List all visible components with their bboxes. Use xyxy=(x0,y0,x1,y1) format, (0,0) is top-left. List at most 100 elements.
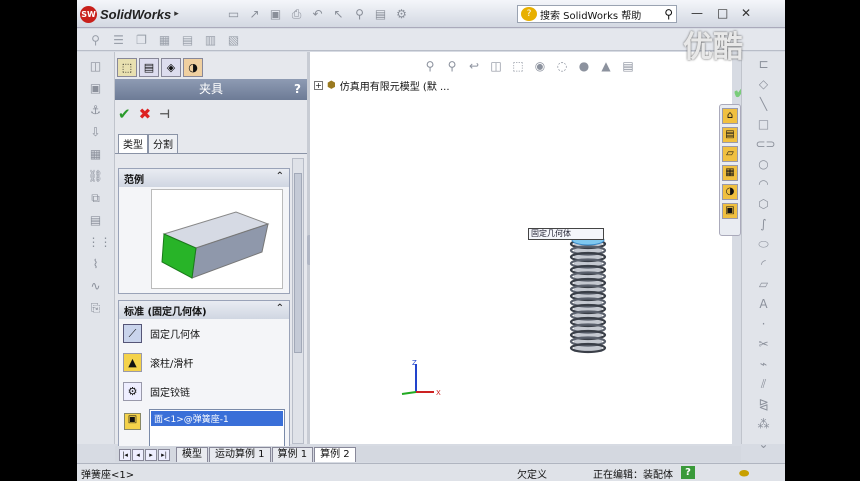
spline-icon[interactable]: ∫ xyxy=(756,216,772,232)
custom-properties-tab-icon[interactable]: ▣ xyxy=(722,203,738,219)
zoom-icon[interactable]: ⚲ xyxy=(87,32,104,48)
select-icon[interactable]: ↖ xyxy=(330,6,347,22)
tab-study-1[interactable]: 算例 1 xyxy=(271,447,314,462)
report-icon[interactable]: ⎘ xyxy=(88,300,104,316)
tab-type[interactable]: 类型 xyxy=(118,134,148,154)
expand-toolbar-icon[interactable]: ⌄ xyxy=(756,436,772,452)
table-icon[interactable]: ▤ xyxy=(179,32,196,48)
resources-tab-icon[interactable]: ▤ xyxy=(722,127,738,143)
material-icon[interactable]: ▤ xyxy=(88,212,104,228)
collapse-icon[interactable]: ⌃ xyxy=(276,171,284,182)
configuration-manager-tab-icon[interactable]: ◈ xyxy=(161,58,181,77)
plot-icon[interactable]: ⌇ xyxy=(88,256,104,272)
view-palette-tab-icon[interactable]: ▦ xyxy=(722,165,738,181)
connection-icon[interactable]: ⛓ xyxy=(88,168,104,184)
ellipse-icon[interactable]: ⬭ xyxy=(756,236,772,252)
view-orientation-icon[interactable]: ⬚ xyxy=(510,58,526,74)
scene-icon[interactable]: ▲ xyxy=(598,58,614,74)
selection-listbox[interactable]: 面<1>@弹簧座-1 xyxy=(149,409,285,449)
compare-icon[interactable]: ∿ xyxy=(88,278,104,294)
plane-icon[interactable]: ▱ xyxy=(756,276,772,292)
option-fixed-hinge[interactable]: ⚙ 固定铰链 xyxy=(119,377,289,406)
option-roller-slider[interactable]: ▲ 滚柱/滑杆 xyxy=(119,348,289,377)
rebuild-icon[interactable]: ⚲ xyxy=(351,6,368,22)
home-tab-icon[interactable]: ⌂ xyxy=(722,108,738,124)
tab-model[interactable]: 模型 xyxy=(176,447,208,462)
close-button[interactable]: ✕ xyxy=(741,6,751,20)
feature-manager-tab-icon[interactable]: ⬚ xyxy=(117,58,137,77)
results-icon[interactable]: ⋮⋮ xyxy=(88,234,112,250)
component-icon[interactable]: ▦ xyxy=(156,32,173,48)
tab-split[interactable]: 分割 xyxy=(148,134,178,154)
hide-show-icon[interactable]: ◌ xyxy=(554,58,570,74)
section-view-icon[interactable]: ◫ xyxy=(488,58,504,74)
app-menu[interactable]: SW SolidWorks ▸ xyxy=(80,4,192,24)
open-icon[interactable]: ↗ xyxy=(246,6,263,22)
new-document-icon[interactable]: ▭ xyxy=(225,6,242,22)
option-fixed-geometry[interactable]: ⟋ 固定几何体 xyxy=(119,319,289,348)
copy-icon[interactable]: ❐ xyxy=(133,32,150,48)
contact-icon[interactable]: ⧉ xyxy=(88,190,104,206)
previous-view-icon[interactable]: ↩ xyxy=(466,58,482,74)
polygon-icon[interactable]: ⬡ xyxy=(756,196,772,212)
tab-study-2[interactable]: 算例 2 xyxy=(314,447,356,462)
pm-scrollbar[interactable] xyxy=(292,158,304,444)
mirror-icon[interactable]: ⧎ xyxy=(756,396,772,412)
help-search-box[interactable]: ? 搜索 SolidWorks 帮助 ⚲ xyxy=(517,5,677,23)
line-icon[interactable]: ╲ xyxy=(756,96,772,112)
offset-icon[interactable]: ⫽ xyxy=(756,376,772,392)
cancel-button[interactable]: ✖ xyxy=(139,105,152,123)
collapse-icon[interactable]: ⌃ xyxy=(276,303,284,314)
trim-icon[interactable]: ✂ xyxy=(756,336,772,352)
study-icon[interactable]: ◫ xyxy=(88,58,104,74)
view-settings-icon[interactable]: ▤ xyxy=(620,58,636,74)
selection-item[interactable]: 面<1>@弹簧座-1 xyxy=(151,411,283,426)
run-icon[interactable]: ▣ xyxy=(88,80,104,96)
restore-button[interactable]: □ xyxy=(717,6,728,20)
search-icon[interactable]: ⚲ xyxy=(664,7,673,21)
menu-arrow-icon[interactable]: ▸ xyxy=(174,9,179,19)
display-style-icon[interactable]: ◉ xyxy=(532,58,548,74)
circle-icon[interactable]: ○ xyxy=(756,156,772,172)
zoom-area-icon[interactable]: ⚲ xyxy=(444,58,460,74)
options-icon[interactable]: ⚙ xyxy=(393,6,410,22)
display-manager-tab-icon[interactable]: ◑ xyxy=(183,58,203,77)
save-icon[interactable]: ▣ xyxy=(267,6,284,22)
first-tab-icon[interactable]: |◂ xyxy=(119,449,131,461)
sketch-icon[interactable]: ⊏ xyxy=(756,56,772,72)
mesh-icon[interactable]: ▦ xyxy=(88,146,104,162)
status-help-button[interactable]: ? xyxy=(681,466,695,479)
text-icon[interactable]: A xyxy=(756,296,772,312)
grid-icon[interactable]: ▥ xyxy=(202,32,219,48)
tab-motion-study-1[interactable]: 运动算例 1 xyxy=(209,447,271,462)
feature-tree-flyout[interactable]: + ⬢ 仿真用有限元模型 (默 ... xyxy=(314,78,450,93)
fixture-tool-icon[interactable]: ⚓ xyxy=(88,102,104,118)
load-icon[interactable]: ⇩ xyxy=(88,124,104,140)
arc-icon[interactable]: ◠ xyxy=(756,176,772,192)
pattern-icon[interactable]: ⁂ xyxy=(756,416,772,432)
pin-button[interactable]: ⊣ xyxy=(159,107,170,121)
minimize-button[interactable]: — xyxy=(691,6,703,20)
sheet-icon[interactable]: ▧ xyxy=(225,32,242,48)
convert-icon[interactable]: ⌁ xyxy=(756,356,772,372)
edit-appearance-icon[interactable]: ● xyxy=(576,58,592,74)
file-properties-icon[interactable]: ▤ xyxy=(372,6,389,22)
property-manager-tab-icon[interactable]: ▤ xyxy=(139,58,159,77)
list-icon[interactable]: ☰ xyxy=(110,32,127,48)
undo-icon[interactable]: ↶ xyxy=(309,6,326,22)
pm-help-button[interactable]: ? xyxy=(294,79,301,100)
next-tab-icon[interactable]: ▸ xyxy=(145,449,157,461)
expand-icon[interactable]: + xyxy=(314,81,323,90)
rebuild-status-icon[interactable]: ⬬ xyxy=(739,466,749,481)
point-icon[interactable]: · xyxy=(756,316,772,332)
print-icon[interactable]: ⎙ xyxy=(288,6,305,22)
scrollbar-thumb[interactable] xyxy=(294,173,302,353)
graphics-viewport[interactable]: ⚲ ⚲ ↩ ◫ ⬚ ◉ ◌ ● ▲ ▤ + ⬢ 仿真用有限元模型 (默 ... … xyxy=(310,52,780,444)
example-group-header[interactable]: 范例 ⌃ xyxy=(119,169,289,187)
rectangle-icon[interactable]: □ xyxy=(756,116,772,132)
appearances-tab-icon[interactable]: ◑ xyxy=(722,184,738,200)
slot-icon[interactable]: ⊂⊃ xyxy=(756,136,776,152)
file-explorer-tab-icon[interactable]: ▱ xyxy=(722,146,738,162)
ok-button[interactable]: ✔ xyxy=(118,105,131,123)
prev-tab-icon[interactable]: ◂ xyxy=(132,449,144,461)
